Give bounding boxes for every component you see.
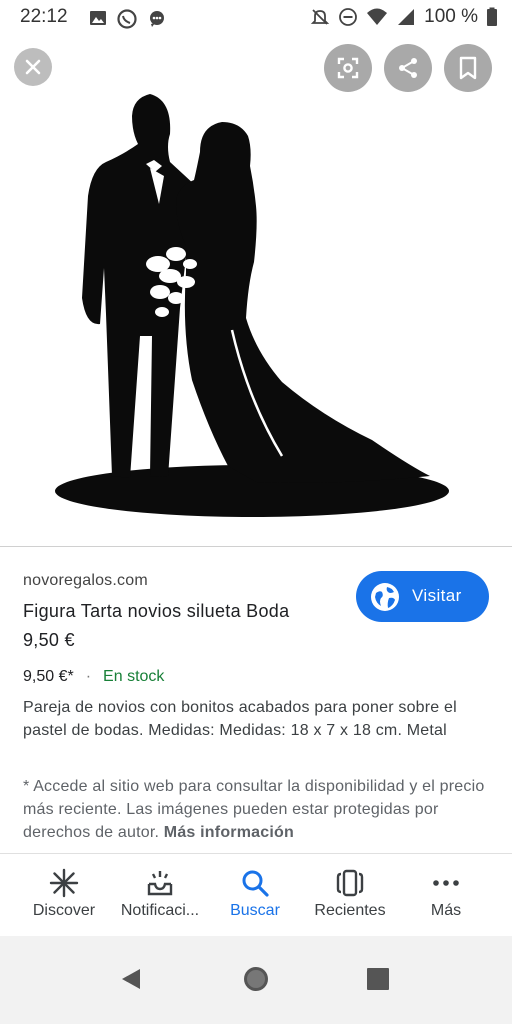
- battery-text: 100 %: [424, 6, 478, 27]
- search-icon: [242, 870, 269, 897]
- globe-icon: [371, 583, 399, 611]
- bride-groom-silhouette-icon: [55, 94, 449, 517]
- status-bar: 22:12 100 %: [0, 0, 512, 36]
- image-divider: [0, 546, 512, 547]
- status-time: 22:12: [20, 6, 68, 27]
- home-icon[interactable]: [242, 965, 270, 993]
- notification-icons: [88, 8, 168, 30]
- bookmark-icon: [459, 56, 477, 80]
- meta-price: 9,50 €*: [23, 668, 74, 685]
- close-icon: [25, 59, 41, 75]
- nav-item-recientes[interactable]: Recientes: [300, 856, 400, 934]
- bottom-navigation: Discover Notificaci... Buscar Recientes: [0, 856, 512, 934]
- battery-icon: [487, 7, 497, 26]
- meta-separator: ·: [85, 668, 92, 685]
- discover-icon: [49, 868, 79, 898]
- more-info-link[interactable]: Más información: [164, 824, 294, 841]
- visit-button[interactable]: Visitar: [356, 571, 489, 622]
- share-icon: [399, 58, 417, 78]
- image-notification-icon: [90, 11, 106, 25]
- back-icon[interactable]: [120, 967, 144, 991]
- share-button[interactable]: [384, 44, 432, 92]
- result-price: 9,50 €: [23, 630, 75, 650]
- lens-button[interactable]: [324, 44, 372, 92]
- recents-icon: [336, 869, 364, 897]
- nav-label-notifications: Notificaci...: [120, 902, 200, 919]
- nav-item-mas[interactable]: Más: [396, 856, 496, 934]
- nav-label-buscar: Buscar: [230, 902, 280, 919]
- whatsapp-icon: [117, 9, 137, 29]
- price-stock-line: 9,50 €* · En stock: [23, 668, 164, 686]
- close-button[interactable]: [14, 48, 52, 86]
- notifications-icon: [147, 871, 173, 896]
- disclaimer: * Accede al sitio web para consultar la …: [23, 775, 493, 844]
- result-domain[interactable]: novoregalos.com: [23, 572, 148, 590]
- nav-item-notifications[interactable]: Notificaci...: [110, 856, 210, 934]
- dnd-icon: [339, 8, 358, 26]
- signal-icon: [398, 9, 415, 25]
- nav-item-buscar[interactable]: Buscar: [205, 856, 305, 934]
- nav-divider: [0, 853, 512, 854]
- nav-label-discover: Discover: [32, 902, 96, 919]
- mute-icon: [310, 9, 330, 25]
- visit-label: Visitar: [412, 586, 462, 605]
- nav-item-discover[interactable]: Discover: [14, 856, 114, 934]
- result-description: Pareja de novios con bonitos acabados pa…: [23, 699, 457, 739]
- chat-notification-icon: [150, 11, 164, 27]
- more-icon: [433, 880, 459, 886]
- stock-status: En stock: [103, 668, 165, 685]
- status-right: 100 %: [310, 6, 498, 28]
- nav-label-recientes: Recientes: [314, 902, 386, 919]
- result-title[interactable]: Figura Tarta novios silueta Boda: [23, 601, 289, 622]
- wifi-icon: [367, 8, 388, 25]
- nav-label-mas: Más: [430, 902, 462, 919]
- lens-icon: [337, 57, 359, 79]
- recent-apps-icon[interactable]: [367, 968, 389, 990]
- product-image[interactable]: [0, 36, 512, 546]
- system-navigation-bar: [0, 936, 512, 1024]
- bookmark-button[interactable]: [444, 44, 492, 92]
